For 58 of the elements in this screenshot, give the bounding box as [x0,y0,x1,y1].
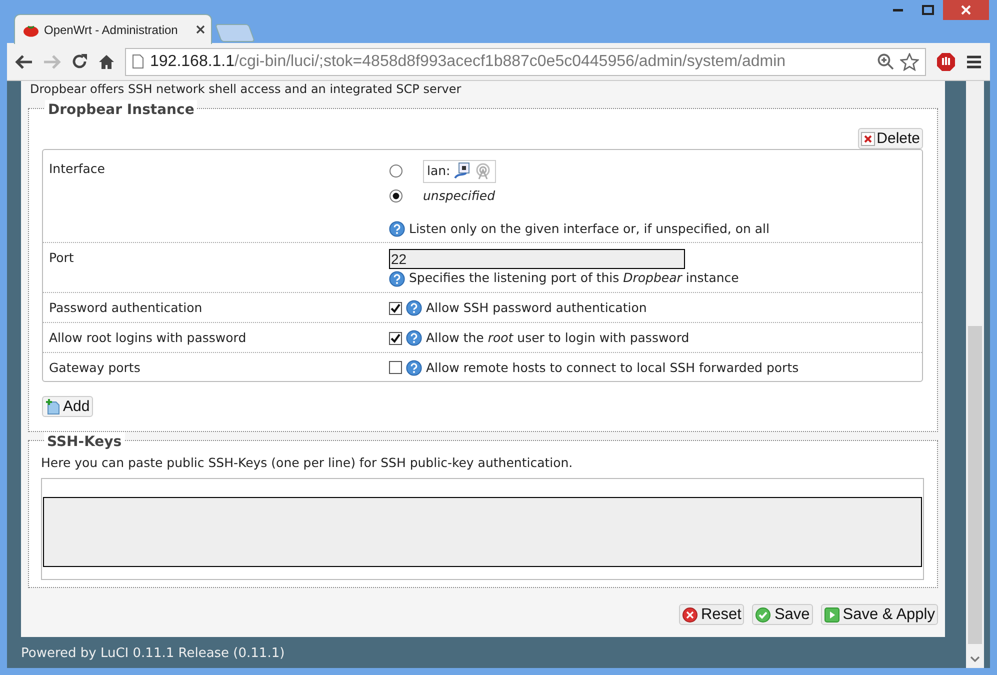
network-name: lan: [427,162,450,180]
star-icon[interactable] [900,52,919,70]
scrollbar[interactable] [966,81,984,668]
option-label: unspecified [423,186,496,205]
keys-textarea[interactable] [43,497,922,568]
url-text: 192.168.1.1/cgi-bin/luci/;stok=4858d8f993acecf1b887c0e5c0445956/admin/system/admin [150,52,786,72]
add-file-icon [45,398,61,415]
home-icon[interactable] [98,54,115,70]
menu-icon[interactable] [966,54,982,68]
delete-icon [860,132,875,146]
apply-button[interactable]: Save & Apply [820,604,938,626]
scroll-down-icon[interactable] [970,656,980,662]
field-label: Interface [48,160,106,178]
check-icon [755,606,772,623]
window-close-button[interactable] [943,0,989,20]
ethernet-port-icon [453,162,472,180]
intro-text: Dropbear offers SSH network shell access and an integrated SCP server [30,82,462,97]
zoom-icon[interactable] [877,53,894,70]
checkbox[interactable] [389,332,402,345]
close-icon [961,5,971,15]
help-text: Allow remote hosts to connect to local SSH forwarded ports [426,358,799,377]
port-input[interactable]: 22 [389,249,685,270]
address-bar[interactable]: 192.168.1.1/cgi-bin/luci/;stok=4858d8f993acecf1b887c0e5c0445956/admin/system/admin [125,48,926,76]
save-button[interactable]: Save [752,604,813,626]
help-text: Allow the root user to login with password [426,328,690,347]
checkbox[interactable] [389,302,402,315]
maximize-icon [922,5,934,15]
page-icon [132,54,144,69]
help-text: Listen only on the given interface or, if unspecified, on all [409,220,770,238]
help-icon [389,220,405,237]
stop-sign-icon[interactable] [936,52,956,72]
delete-button[interactable]: Delete [858,128,923,149]
browser-tab[interactable]: OpenWrt - Administration [14,14,212,44]
add-button[interactable]: Add [42,396,93,418]
close-icon[interactable] [196,25,205,34]
cancel-icon [682,606,698,623]
help-icon [406,300,422,316]
radio-button[interactable] [389,189,403,204]
field-label: Gateway ports [48,358,142,377]
wireless-icon [474,162,492,180]
field-label: Password authentication [48,299,204,317]
field-label: Allow root logins with password [48,328,248,347]
field-label: Port [48,249,75,268]
tab-title: OpenWrt - Administration [44,22,179,38]
help-text: Specifies the listening port of this Dropbear instance [409,269,739,288]
play-icon [824,606,840,623]
reload-icon[interactable] [71,53,88,70]
section-description: Here you can paste public SSH-Keys (one per line) for SSH public-key authentication. [41,454,574,472]
help-icon [389,270,405,287]
footer-text: Powered by LuCI 0.11.1 Release (0.11.1) [20,645,286,663]
help-icon [406,360,422,376]
checkbox[interactable] [389,361,402,374]
minimize-icon [893,8,903,12]
back-icon[interactable] [15,54,33,70]
help-text: Allow SSH password authentication [426,299,647,317]
help-icon [406,330,422,346]
reset-button[interactable]: Reset [678,604,744,626]
radio-button[interactable] [389,164,403,178]
